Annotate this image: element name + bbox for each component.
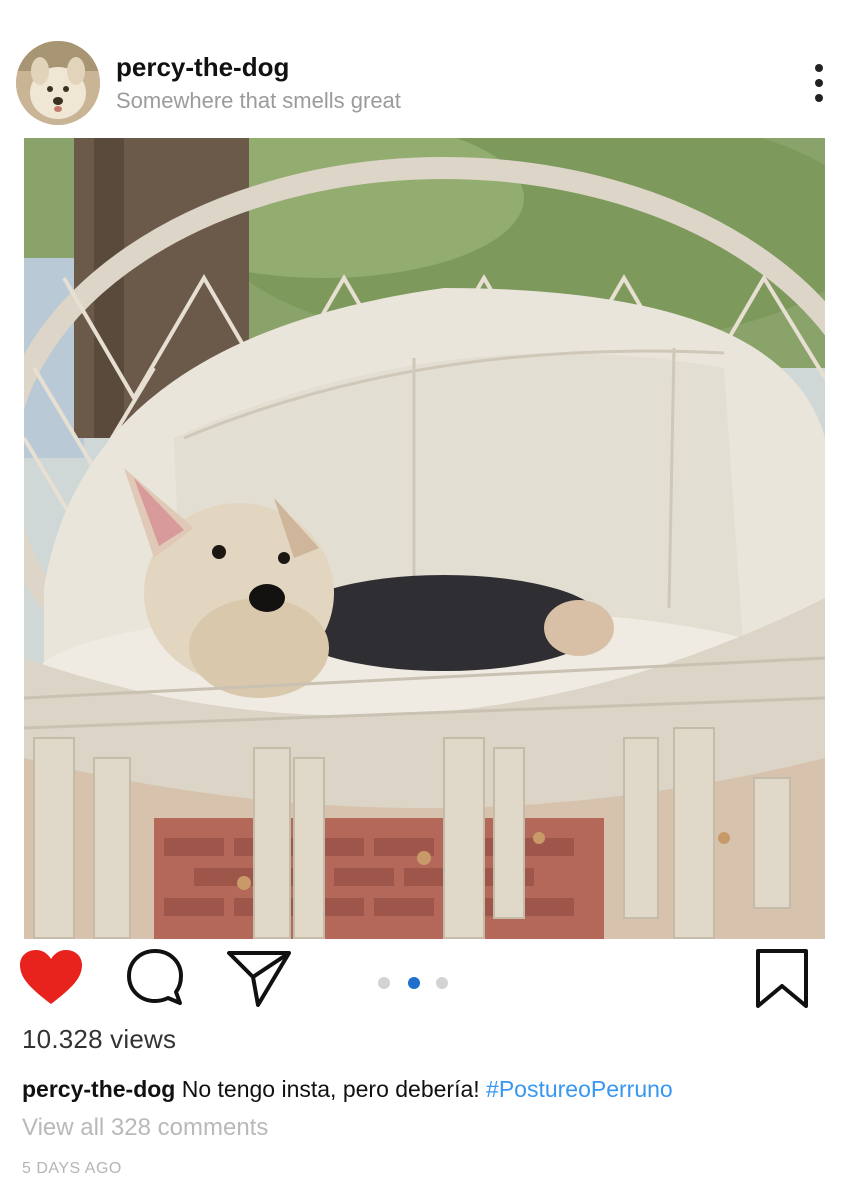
- caption-username[interactable]: percy-the-dog: [22, 1076, 175, 1102]
- more-vertical-icon[interactable]: [805, 60, 833, 106]
- caption-text: No tengo insta, pero debería!: [175, 1076, 487, 1102]
- bookmark-icon[interactable]: [754, 948, 810, 1010]
- carousel-dot-active[interactable]: [408, 977, 420, 989]
- carousel-indicator: [378, 977, 458, 991]
- view-count: 10.328 views: [22, 1024, 177, 1054]
- timestamp: 5 DAYS AGO: [22, 1160, 122, 1177]
- hashtag-link[interactable]: #PostureoPerruno: [486, 1076, 673, 1102]
- view-comments-link[interactable]: View all 328 comments: [22, 1114, 268, 1142]
- dog-avatar-image: [16, 41, 100, 125]
- caption: percy-the-dog No tengo insta, pero deber…: [22, 1076, 673, 1103]
- paper-plane-icon[interactable]: [226, 950, 292, 1008]
- carousel-dot[interactable]: [378, 977, 390, 989]
- username[interactable]: percy-the-dog: [116, 52, 289, 83]
- post-header: percy-the-dog Somewhere that smells grea…: [0, 0, 850, 138]
- dog-in-hanging-chair-photo: [24, 138, 825, 939]
- location[interactable]: Somewhere that smells great: [116, 88, 401, 114]
- post-photo[interactable]: [24, 138, 825, 939]
- comment-bubble-icon[interactable]: [126, 948, 184, 1006]
- avatar[interactable]: [16, 41, 100, 125]
- carousel-dot[interactable]: [436, 977, 448, 989]
- heart-filled-icon[interactable]: [20, 950, 82, 1006]
